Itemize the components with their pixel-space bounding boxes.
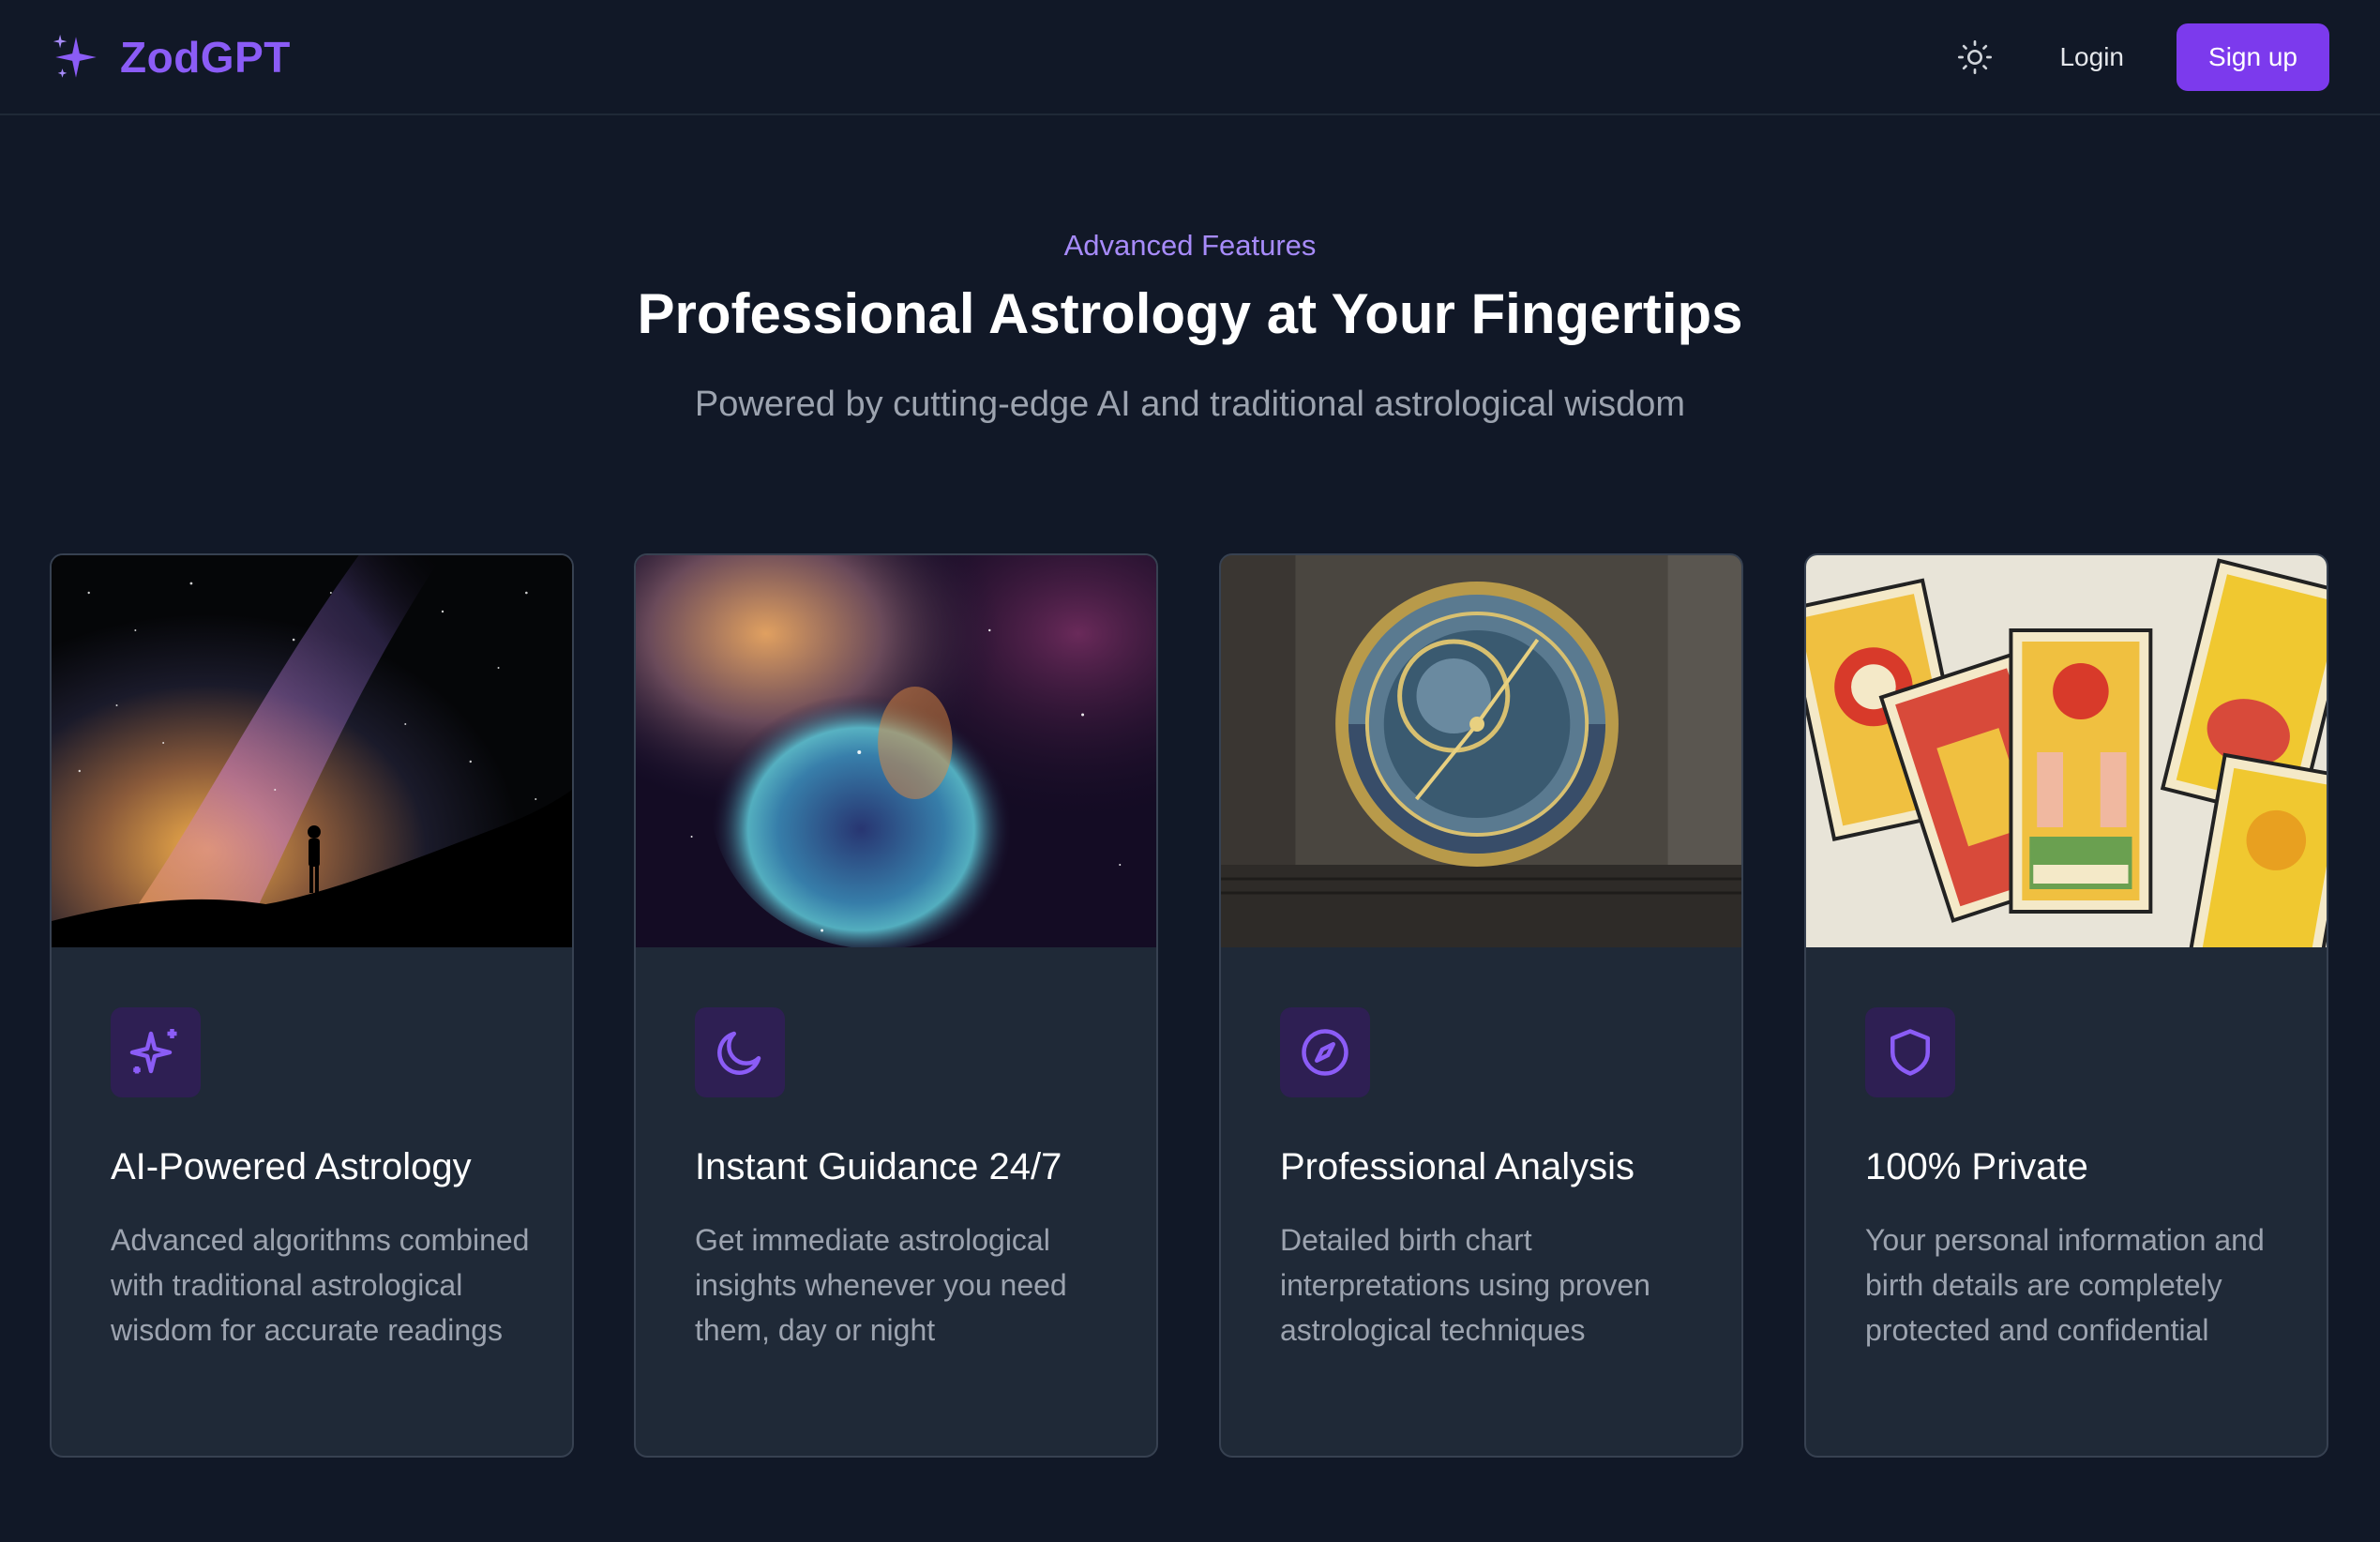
feature-description: Your personal information and birth deta… <box>1865 1223 2265 1347</box>
feature-card: 100% Private Your personal information a… <box>1804 553 2328 1458</box>
milky-way-image <box>52 555 572 947</box>
theme-toggle-button[interactable] <box>1947 29 2003 85</box>
feature-description: Detailed birth chart interpretations usi… <box>1280 1223 1650 1347</box>
feature-title: Professional Analysis <box>1280 1146 1634 1187</box>
sun-icon <box>1958 39 1993 74</box>
section-subtitle: Powered by cutting-edge AI and tradition… <box>694 385 1686 424</box>
feature-icon-badge <box>1280 1007 1370 1097</box>
signup-button[interactable]: Sign up <box>2177 23 2329 91</box>
section-title: Professional Astrology at Your Fingertip… <box>637 282 1743 345</box>
feature-card: Instant Guidance 24/7 Get immediate astr… <box>634 553 1158 1458</box>
section-eyebrow: Advanced Features <box>1063 229 1317 262</box>
nav-actions: Login Sign up <box>1947 23 2329 91</box>
feature-title: AI-Powered Astrology <box>111 1146 472 1187</box>
brand-logo[interactable]: ZodGPT <box>49 30 291 84</box>
feature-description: Get immediate astrological insights when… <box>695 1223 1067 1347</box>
feature-description: Advanced algorithms combined with tradit… <box>111 1223 530 1347</box>
sparkles-icon <box>129 1029 177 1074</box>
feature-icon-badge <box>695 1007 785 1097</box>
compass-icon <box>1302 1029 1348 1076</box>
brand-name: ZodGPT <box>120 32 291 82</box>
login-link[interactable]: Login <box>2059 42 2124 72</box>
feature-icon-badge <box>111 1007 201 1097</box>
moon-icon <box>717 1031 761 1075</box>
feature-title: 100% Private <box>1865 1146 2088 1187</box>
feature-card: Professional Analysis Detailed birth cha… <box>1219 553 1743 1458</box>
feature-card: AI-Powered Astrology Advanced algorithms… <box>50 553 574 1458</box>
nebula-image <box>636 555 1156 947</box>
tarot-cards-image <box>1806 555 2327 947</box>
sparkles-logo-icon <box>53 34 97 78</box>
shield-icon <box>1890 1029 1930 1076</box>
feature-icon-badge <box>1865 1007 1955 1097</box>
astronomical-clock-image <box>1221 555 1741 947</box>
top-navbar: ZodGPT Login Sign up <box>0 0 2380 115</box>
feature-title: Instant Guidance 24/7 <box>695 1146 1062 1187</box>
